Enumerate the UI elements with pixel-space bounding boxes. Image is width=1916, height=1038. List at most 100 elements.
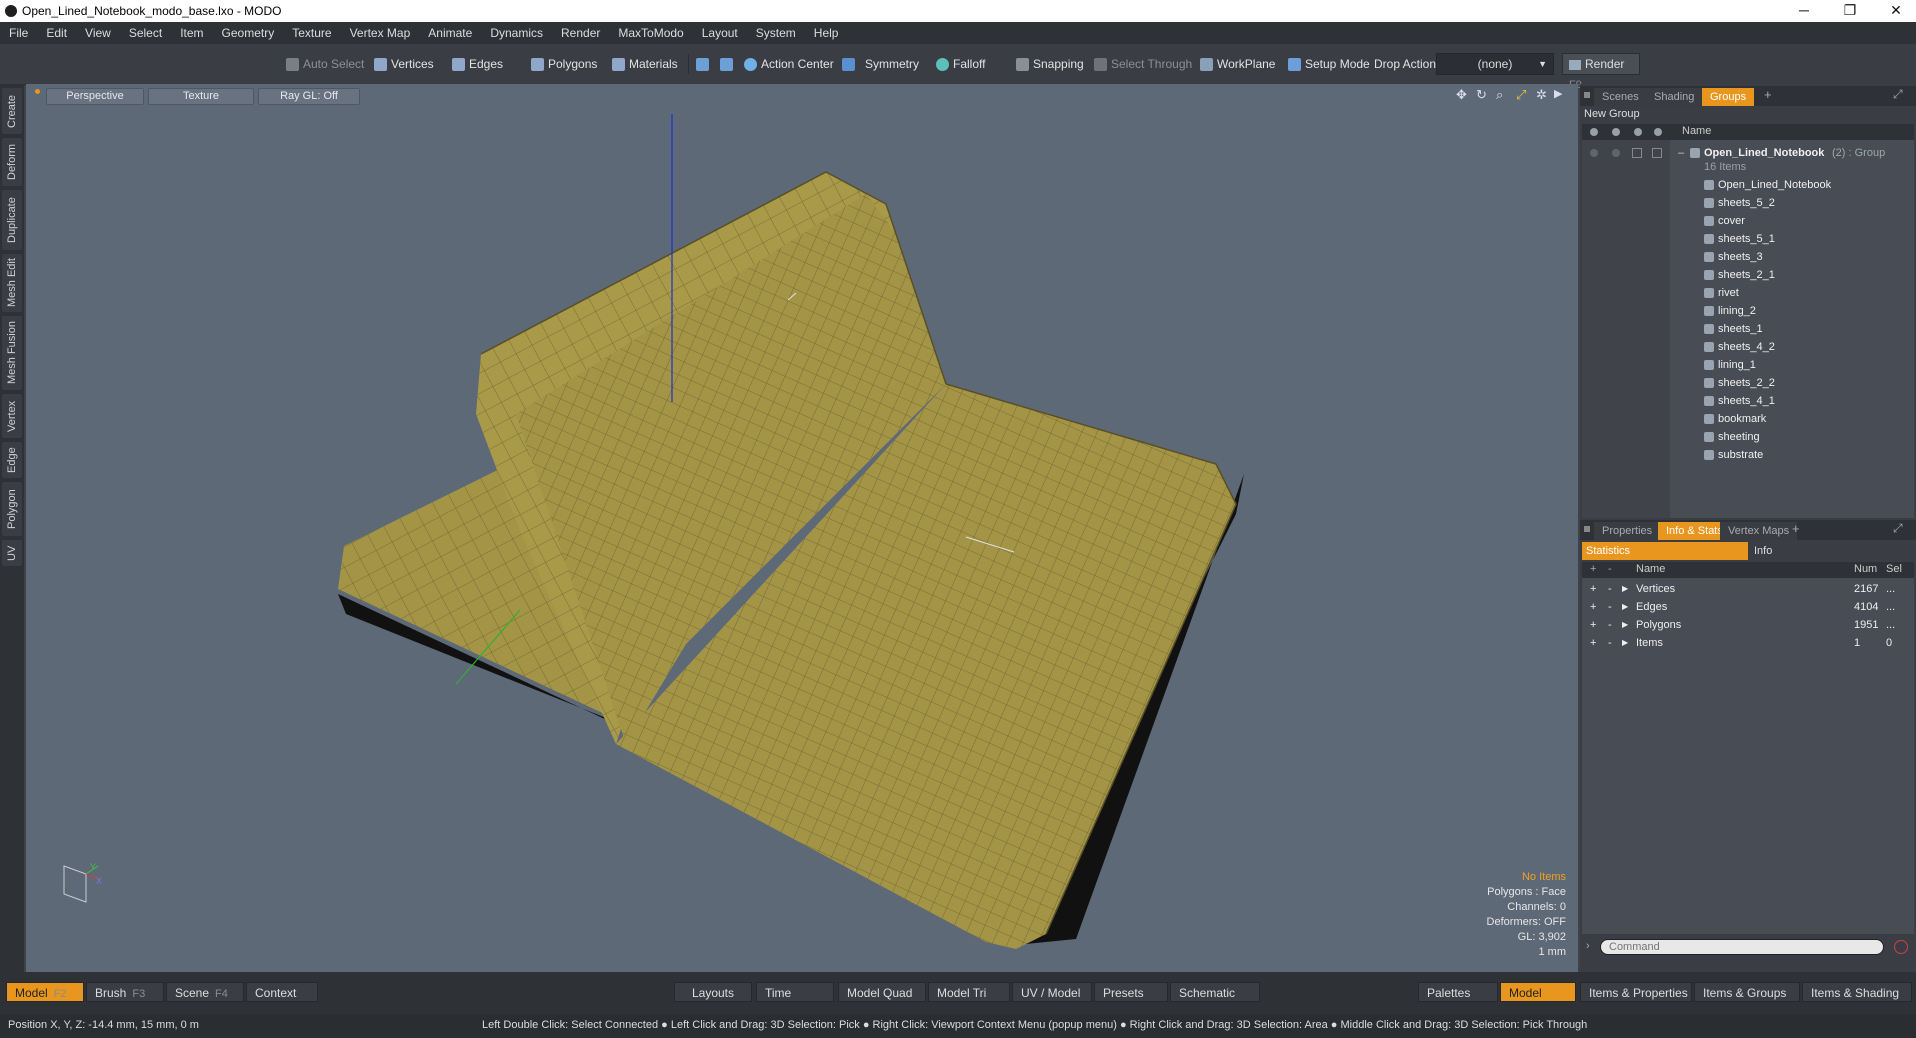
disclosure-triangle-icon[interactable]: ▶	[1622, 580, 1628, 598]
transform-button-1[interactable]	[692, 53, 713, 75]
symmetry-button[interactable]: Symmetry	[838, 53, 923, 75]
group-item[interactable]: substrate	[1582, 446, 1916, 464]
items-shading-button[interactable]: Items & Shading	[1802, 982, 1912, 1002]
checkbox-icon[interactable]	[1632, 148, 1642, 158]
group-item[interactable]: sheets_1	[1582, 320, 1916, 338]
group-item[interactable]: sheeting	[1582, 428, 1916, 446]
stats-row[interactable]: + - ▶ Polygons 1951...	[1582, 616, 1916, 634]
group-item[interactable]: sheets_5_1	[1582, 230, 1916, 248]
tab-create[interactable]: Create	[2, 88, 22, 134]
panel-menu-icon[interactable]	[1584, 92, 1590, 98]
group-item[interactable]: sheets_4_1	[1582, 392, 1916, 410]
menu-edit[interactable]: Edit	[37, 26, 76, 40]
group-item[interactable]: sheets_4_2	[1582, 338, 1916, 356]
tab-duplicate[interactable]: Duplicate	[2, 190, 22, 250]
checkbox-icon-2[interactable]	[1652, 148, 1662, 158]
menu-texture[interactable]: Texture	[283, 26, 340, 40]
menu-help[interactable]: Help	[805, 26, 848, 40]
tab-mesh-edit[interactable]: Mesh Edit	[2, 254, 22, 312]
lock-toggle-icon[interactable]	[1612, 149, 1620, 157]
tab-vertex[interactable]: Vertex	[2, 394, 22, 438]
group-item[interactable]: bookmark	[1582, 410, 1916, 428]
collapse-minus-icon[interactable]: -	[1608, 598, 1612, 616]
menu-view[interactable]: View	[76, 26, 120, 40]
context-button[interactable]: Context	[246, 982, 318, 1002]
stats-row[interactable]: + - ▶ Vertices 2167...	[1582, 580, 1916, 598]
model-tri-button[interactable]: Model Tri	[928, 982, 1010, 1002]
tab-polygon[interactable]: Polygon	[2, 482, 22, 536]
auto-select-button[interactable]: Auto Select	[282, 53, 368, 75]
tab-deform[interactable]: Deform	[2, 138, 22, 186]
snapping-button[interactable]: Snapping	[1012, 53, 1088, 75]
close-button[interactable]: ✕	[1876, 2, 1916, 19]
collapse-minus-icon[interactable]: -	[1608, 616, 1612, 634]
group-item[interactable]: rivet	[1582, 284, 1916, 302]
record-icon[interactable]	[1894, 940, 1908, 954]
info-subtab[interactable]: Info	[1748, 542, 1914, 560]
expand-plus-icon[interactable]: +	[1590, 598, 1596, 616]
stats-row[interactable]: + - ▶ Edges 4104...	[1582, 598, 1916, 616]
collapse-minus-icon[interactable]: -	[1608, 580, 1612, 598]
render-visibility-icon[interactable]	[1654, 128, 1662, 136]
tab-mesh-fusion[interactable]: Mesh Fusion	[2, 316, 22, 390]
command-input[interactable]	[1600, 939, 1884, 955]
expand-panel-icon[interactable]: ⤢	[1893, 87, 1903, 102]
tab-properties[interactable]: Properties	[1594, 522, 1661, 540]
lock-icon[interactable]	[1612, 128, 1620, 136]
tab-vertex-maps[interactable]: Vertex Maps	[1720, 522, 1798, 540]
menu-maxtomodo[interactable]: MaxToModo	[609, 26, 692, 40]
statistics-subtab[interactable]: Statistics	[1582, 542, 1748, 560]
group-item[interactable]: sheets_2_1	[1582, 266, 1916, 284]
model-layout-button[interactable]: Model	[1500, 982, 1576, 1002]
eye-icon[interactable]	[1590, 128, 1598, 136]
materials-button[interactable]: Materials	[608, 53, 682, 75]
panel-menu-icon-2[interactable]	[1584, 526, 1590, 532]
time-button[interactable]: Time	[756, 982, 834, 1002]
select-through-button[interactable]: Select Through	[1090, 53, 1196, 75]
menu-item[interactable]: Item	[171, 26, 212, 40]
group-item[interactable]: lining_1	[1582, 356, 1916, 374]
menu-vertex-map[interactable]: Vertex Map	[341, 26, 420, 40]
tab-shading[interactable]: Shading	[1646, 88, 1703, 106]
brush-mode-button[interactable]: Brush F3	[86, 982, 164, 1002]
menu-geometry[interactable]: Geometry	[213, 26, 284, 40]
group-item[interactable]: sheets_5_2	[1582, 194, 1916, 212]
items-properties-button[interactable]: Items & Properties	[1580, 982, 1692, 1002]
group-item[interactable]: Open_Lined_Notebook	[1582, 176, 1916, 194]
disclosure-triangle-icon[interactable]: ▶	[1622, 634, 1628, 652]
layouts-button[interactable]: Layouts	[674, 982, 752, 1002]
add-tab-icon-2[interactable]: +	[1792, 521, 1800, 536]
menu-animate[interactable]: Animate	[419, 26, 481, 40]
tab-scenes[interactable]: Scenes	[1594, 88, 1647, 106]
tab-groups[interactable]: Groups	[1702, 88, 1755, 106]
disclosure-triangle-icon[interactable]: ▶	[1622, 616, 1628, 634]
menu-render[interactable]: Render	[552, 26, 609, 40]
expand-plus-icon[interactable]: +	[1590, 580, 1596, 598]
menu-layout[interactable]: Layout	[693, 26, 747, 40]
expand-plus-icon[interactable]: +	[1590, 616, 1596, 634]
falloff-button[interactable]: Falloff	[932, 53, 989, 75]
tab-edge[interactable]: Edge	[2, 442, 22, 478]
expand-panel-icon-2[interactable]: ⤢	[1893, 521, 1903, 536]
tab-uv[interactable]: UV	[2, 540, 22, 566]
uv-model-button[interactable]: UV / Model	[1012, 982, 1092, 1002]
group-item[interactable]: cover	[1582, 212, 1916, 230]
menu-file[interactable]: File	[0, 26, 37, 40]
visibility-icon[interactable]	[1590, 149, 1598, 157]
render-button[interactable]: Render F9	[1562, 53, 1640, 91]
group-item[interactable]: sheets_3	[1582, 248, 1916, 266]
minimize-button[interactable]: ─	[1784, 2, 1824, 18]
collapse-minus-icon[interactable]: -	[1608, 634, 1612, 652]
model-mode-button[interactable]: Model F2	[6, 982, 84, 1002]
polygons-button[interactable]: Polygons	[527, 53, 601, 75]
stats-row[interactable]: + - ▶ Items 1 0	[1582, 634, 1916, 652]
model-quad-button[interactable]: Model Quad	[838, 982, 926, 1002]
transform-button-2[interactable]	[716, 53, 737, 75]
menu-dynamics[interactable]: Dynamics	[481, 26, 552, 40]
edges-button[interactable]: Edges	[448, 53, 507, 75]
setup-mode-button[interactable]: Setup Mode	[1284, 53, 1374, 75]
vertices-button[interactable]: Vertices	[370, 53, 438, 75]
expand-plus-icon[interactable]: +	[1590, 634, 1596, 652]
new-group-button[interactable]: New Group	[1580, 106, 1916, 122]
palettes-button[interactable]: Palettes	[1418, 982, 1498, 1002]
